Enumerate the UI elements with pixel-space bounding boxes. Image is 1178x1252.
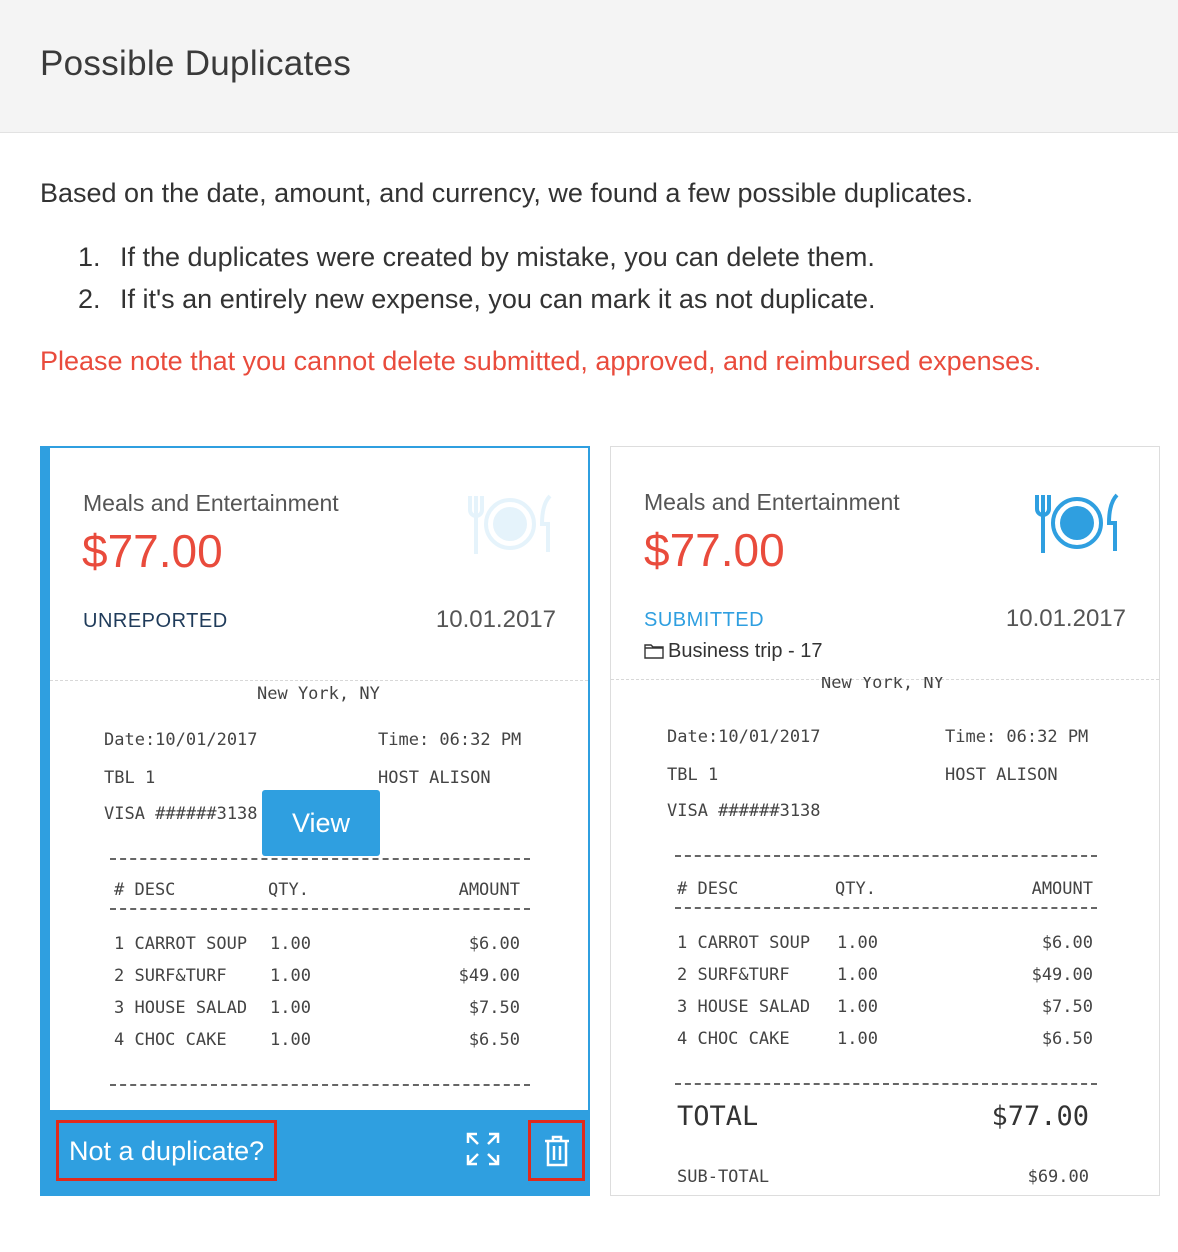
receipt-item-qty: 1.00: [837, 965, 878, 985]
receipt-item-qty: 1.00: [270, 998, 311, 1018]
expense-card-submitted[interactable]: Meals and Entertainment $77.00 SUBMITTED…: [610, 446, 1160, 1196]
receipt-divider: [110, 1084, 530, 1086]
receipt-item-desc: 4 CHOC CAKE: [677, 1029, 790, 1049]
receipt-image: New York, NY Date:10/01/2017 Time: 06:32…: [611, 669, 1159, 1195]
receipt-divider: [675, 907, 1097, 909]
card-action-bar: Not a duplicate?: [50, 1110, 588, 1194]
list-number: 1.: [78, 242, 101, 272]
not-duplicate-button[interactable]: Not a duplicate?: [56, 1120, 278, 1181]
receipt-item-desc: 2 SURF&TURF: [677, 965, 790, 985]
meal-icon: [1035, 493, 1119, 553]
receipt-divider: [110, 858, 530, 860]
receipt-subtotal-label: SUB-TOTAL: [677, 1167, 770, 1187]
receipt-date: Date:10/01/2017: [104, 730, 258, 750]
receipt-time: Time: 06:32 PM: [378, 730, 522, 750]
report-name: Business trip - 17: [668, 640, 823, 662]
receipt-header-amount: AMOUNT: [1031, 879, 1093, 899]
folder-icon: [644, 644, 664, 659]
warning-text: Please note that you cannot delete submi…: [40, 346, 1042, 376]
list-item-text: If the duplicates were created by mistak…: [120, 242, 875, 272]
delete-button[interactable]: [528, 1120, 585, 1181]
status-badge: SUBMITTED: [644, 609, 765, 631]
receipt-item-desc: 3 HOUSE SALAD: [677, 997, 811, 1017]
receipt-item-qty: 1.00: [270, 1030, 311, 1050]
receipt-host: HOST ALISON: [378, 768, 491, 788]
list-item: 2. If it's an entirely new expense, you c…: [78, 282, 876, 324]
receipt-item-amount: $6.50: [468, 1030, 520, 1050]
receipt-host: HOST ALISON: [945, 765, 1058, 785]
receipt-time: Time: 06:32 PM: [945, 727, 1089, 747]
expense-category: Meals and Entertainment: [644, 489, 900, 515]
receipt-divider: [675, 1083, 1097, 1085]
receipt-item-qty: 1.00: [270, 934, 311, 954]
receipt-total-amount: $77.00: [991, 1101, 1089, 1132]
expense-amount: $77.00: [82, 525, 223, 577]
receipt-subtotal-amount: $69.00: [1027, 1167, 1089, 1187]
receipt-header-amount: AMOUNT: [458, 880, 520, 900]
receipt-table: TBL 1: [104, 768, 156, 788]
receipt-item-amount: $7.50: [468, 998, 520, 1018]
receipt-item-amount: $6.00: [468, 934, 520, 954]
receipt-card: VISA ######3138: [104, 804, 258, 824]
receipt-total-label: TOTAL: [677, 1101, 759, 1132]
receipt-divider: [675, 855, 1097, 857]
receipt-item-qty: 1.00: [837, 1029, 878, 1049]
receipt-crop-edge: [611, 669, 1159, 677]
receipt-item-desc: 1 CARROT SOUP: [677, 933, 811, 953]
receipt-header-qty: QTY.: [268, 880, 309, 900]
expense-card-unreported[interactable]: Meals and Entertainment $77.00 UNREPORTE…: [40, 446, 590, 1196]
list-item-text: If it's an entirely new expense, you can…: [120, 284, 876, 314]
dialog-header: Possible Duplicates: [0, 0, 1178, 133]
intro-text: Based on the date, amount, and currency,…: [40, 178, 974, 208]
receipt-item-amount: $49.00: [1031, 965, 1093, 985]
status-badge: UNREPORTED: [83, 610, 228, 632]
receipt-table: TBL 1: [667, 765, 719, 785]
expense-amount: $77.00: [644, 524, 785, 576]
expense-date: 10.01.2017: [1005, 605, 1126, 632]
receipt-location: New York, NY: [257, 684, 380, 704]
instruction-list: 1. If the duplicates were created by mist…: [78, 240, 876, 324]
list-number: 2.: [78, 284, 101, 314]
page-title: Possible Duplicates: [40, 44, 352, 83]
trash-icon: [545, 1135, 569, 1167]
receipt-item-qty: 1.00: [837, 933, 878, 953]
meal-icon: [468, 494, 552, 554]
receipt-item-desc: 1 CARROT SOUP: [114, 934, 248, 954]
receipt-divider: [110, 908, 530, 910]
receipt-item-desc: 4 CHOC CAKE: [114, 1030, 227, 1050]
receipt-header-desc: # DESC: [677, 879, 739, 899]
receipt-date: Date:10/01/2017: [667, 727, 821, 747]
list-item: 1. If the duplicates were created by mist…: [78, 240, 876, 282]
receipt-item-desc: 3 HOUSE SALAD: [114, 998, 248, 1018]
receipt-item-amount: $6.00: [1041, 933, 1093, 953]
receipt-item-amount: $7.50: [1041, 997, 1093, 1017]
receipt-item-amount: $6.50: [1041, 1029, 1093, 1049]
report-link[interactable]: Business trip - 17: [644, 640, 823, 663]
receipt-item-qty: 1.00: [837, 997, 878, 1017]
receipt-header-desc: # DESC: [114, 880, 176, 900]
expense-date: 10.01.2017: [435, 606, 556, 633]
receipt-header-qty: QTY.: [835, 879, 876, 899]
expand-icon[interactable]: [466, 1132, 500, 1166]
receipt-item-qty: 1.00: [270, 966, 311, 986]
receipt-item-amount: $49.00: [458, 966, 520, 986]
expense-category: Meals and Entertainment: [83, 490, 339, 516]
receipt-card: VISA ######3138: [667, 801, 821, 821]
receipt-item-desc: 2 SURF&TURF: [114, 966, 227, 986]
view-receipt-button[interactable]: View: [262, 790, 380, 856]
